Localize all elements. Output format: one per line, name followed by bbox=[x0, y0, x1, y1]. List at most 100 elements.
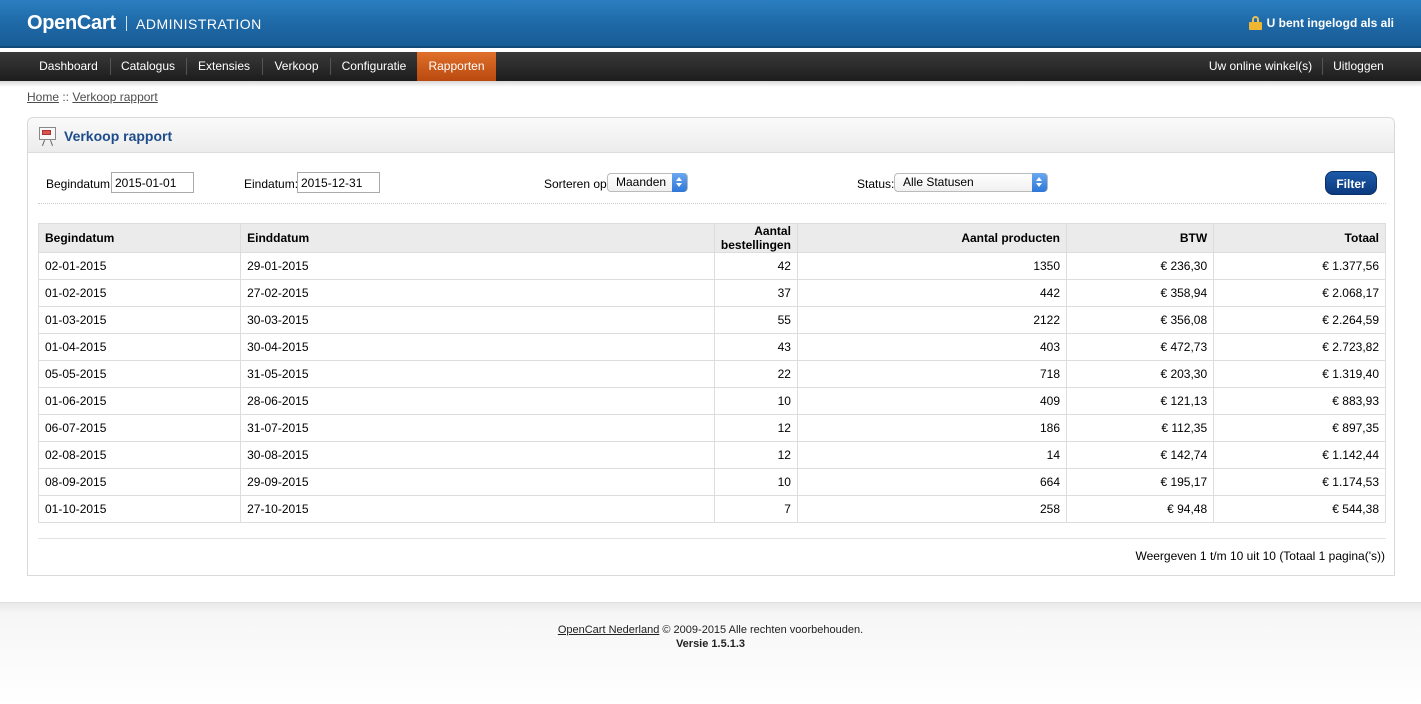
filter-divider bbox=[38, 203, 1386, 204]
report-box: Verkoop rapport Begindatum: Eindatum: So… bbox=[27, 117, 1395, 576]
breadcrumb-current[interactable]: Verkoop rapport bbox=[72, 90, 157, 104]
page-title: Verkoop rapport bbox=[64, 128, 173, 144]
cell-products: 664 bbox=[796, 468, 1068, 496]
breadcrumb-separator: :: bbox=[59, 90, 73, 104]
cell-total: € 883,93 bbox=[1213, 387, 1386, 415]
cell-orders: 10 bbox=[713, 387, 798, 415]
pagination-divider bbox=[38, 538, 1386, 539]
cell-tax: € 236,30 bbox=[1066, 252, 1215, 280]
cell-tax: € 203,30 bbox=[1066, 360, 1215, 388]
filter-button[interactable]: Filter bbox=[1325, 171, 1377, 195]
cell-orders: 42 bbox=[713, 252, 798, 280]
cell-orders: 22 bbox=[713, 360, 798, 388]
column-header-orders: Aantal bestellingen bbox=[713, 223, 798, 253]
cell-orders: 7 bbox=[713, 495, 798, 523]
table-row: 01-06-2015 28-06-2015 10 409 € 121,13 € 883,9… bbox=[37, 387, 1386, 415]
breadcrumb: Home :: Verkoop rapport bbox=[27, 90, 158, 104]
pagination-text: Weergeven 1 t/m 10 uit 10 (Totaal 1 pagi… bbox=[1135, 549, 1385, 563]
footer-copyright: OpenCart Nederland © 2009-2015 Alle rech… bbox=[0, 624, 1421, 636]
table-row: 02-01-2015 29-01-2015 42 1350 € 236,30 € 1.37… bbox=[37, 252, 1386, 280]
report-table: Begindatum Einddatum Aantal bestellingen… bbox=[37, 223, 1386, 523]
cell-tax: € 142,74 bbox=[1066, 441, 1215, 469]
footer-version: Versie 1.5.1.3 bbox=[675, 638, 746, 650]
cell-tax: € 356,08 bbox=[1066, 306, 1215, 334]
table-row: 02-08-2015 30-08-2015 12 14 € 142,74 € 1.142,… bbox=[37, 441, 1386, 469]
cell-orders: 55 bbox=[713, 306, 798, 334]
group-select[interactable]: Maanden bbox=[607, 173, 688, 192]
logged-in-text: U bent ingelogd als ali bbox=[1266, 16, 1394, 30]
cell-tax: € 112,35 bbox=[1066, 414, 1215, 442]
cell-start-date: 01-10-2015 bbox=[37, 495, 242, 523]
status-label: Status: bbox=[857, 177, 895, 191]
table-header-row: Begindatum Einddatum Aantal bestellingen… bbox=[37, 223, 1386, 253]
box-heading: Verkoop rapport bbox=[28, 118, 1394, 153]
footer-link[interactable]: OpenCart Nederland bbox=[558, 624, 660, 636]
status-select-value: Alle Statusen bbox=[903, 175, 974, 189]
report-icon bbox=[39, 127, 56, 146]
menu-item-rapporten[interactable]: Rapporten bbox=[417, 52, 496, 81]
cell-total: € 544,38 bbox=[1213, 495, 1386, 523]
breadcrumb-home[interactable]: Home bbox=[27, 90, 59, 104]
status-select[interactable]: Alle Statusen bbox=[894, 173, 1048, 192]
table-row: 01-04-2015 30-04-2015 43 403 € 472,73 € 2.723… bbox=[37, 333, 1386, 361]
cell-products: 442 bbox=[796, 279, 1068, 307]
menu-item-dashboard[interactable]: Dashboard bbox=[27, 52, 110, 81]
logo-subtitle: ADMINISTRATION bbox=[136, 16, 262, 32]
menu-item-catalogus[interactable]: Catalogus bbox=[111, 52, 185, 81]
cell-products: 718 bbox=[796, 360, 1068, 388]
cell-orders: 10 bbox=[713, 468, 798, 496]
menu-item-online-store[interactable]: Uw online winkel(s) bbox=[1199, 52, 1322, 81]
cell-products: 258 bbox=[796, 495, 1068, 523]
logo[interactable]: OpenCart bbox=[27, 12, 116, 35]
table-row: 08-09-2015 29-09-2015 10 664 € 195,17 € 1.174… bbox=[37, 468, 1386, 496]
column-header-total: Totaal bbox=[1213, 223, 1386, 253]
column-header-end: Einddatum bbox=[240, 223, 715, 253]
group-label: Sorteren op: bbox=[544, 177, 611, 191]
cell-start-date: 06-07-2015 bbox=[37, 414, 242, 442]
group-select-value: Maanden bbox=[616, 175, 667, 189]
cell-start-date: 01-04-2015 bbox=[37, 333, 242, 361]
menu-item-configuratie[interactable]: Configuratie bbox=[331, 52, 417, 81]
cell-orders: 12 bbox=[713, 414, 798, 442]
cell-orders: 12 bbox=[713, 441, 798, 469]
column-header-start: Begindatum bbox=[37, 223, 242, 253]
cell-end-date: 30-08-2015 bbox=[240, 441, 715, 469]
cell-products: 2122 bbox=[796, 306, 1068, 334]
table-row: 01-02-2015 27-02-2015 37 442 € 358,94 € 2.068… bbox=[37, 279, 1386, 307]
select-arrows-icon bbox=[672, 173, 687, 192]
cell-end-date: 31-05-2015 bbox=[240, 360, 715, 388]
cell-total: € 2.068,17 bbox=[1213, 279, 1386, 307]
cell-products: 1350 bbox=[796, 252, 1068, 280]
menu-shadow bbox=[0, 81, 1421, 87]
cell-tax: € 472,73 bbox=[1066, 333, 1215, 361]
footer-copyright-text: © 2009-2015 Alle rechten voorbehouden. bbox=[659, 624, 864, 636]
menu-item-extensies[interactable]: Extensies bbox=[187, 52, 261, 81]
column-header-tax: BTW bbox=[1066, 223, 1215, 253]
footer bbox=[0, 602, 1421, 704]
cell-start-date: 01-06-2015 bbox=[37, 387, 242, 415]
cell-end-date: 28-06-2015 bbox=[240, 387, 715, 415]
cell-start-date: 02-08-2015 bbox=[37, 441, 242, 469]
date-start-label: Begindatum: bbox=[46, 177, 114, 191]
cell-orders: 37 bbox=[713, 279, 798, 307]
cell-tax: € 195,17 bbox=[1066, 468, 1215, 496]
cell-tax: € 358,94 bbox=[1066, 279, 1215, 307]
date-start-input[interactable] bbox=[111, 172, 194, 193]
cell-products: 186 bbox=[796, 414, 1068, 442]
cell-tax: € 121,13 bbox=[1066, 387, 1215, 415]
cell-total: € 897,35 bbox=[1213, 414, 1386, 442]
cell-total: € 1.174,53 bbox=[1213, 468, 1386, 496]
menu-item-verkoop[interactable]: Verkoop bbox=[263, 52, 330, 81]
logged-in-status: U bent ingelogd als ali bbox=[1248, 16, 1394, 30]
cell-total: € 2.264,59 bbox=[1213, 306, 1386, 334]
cell-end-date: 27-10-2015 bbox=[240, 495, 715, 523]
header: OpenCart ADMINISTRATION U bent ingelogd … bbox=[0, 0, 1421, 48]
date-end-input[interactable] bbox=[297, 172, 380, 193]
table-row: 01-03-2015 30-03-2015 55 2122 € 356,08 € 2.26… bbox=[37, 306, 1386, 334]
cell-end-date: 29-01-2015 bbox=[240, 252, 715, 280]
cell-start-date: 08-09-2015 bbox=[37, 468, 242, 496]
menu-item-logout[interactable]: Uitloggen bbox=[1323, 52, 1394, 81]
table-row: 01-10-2015 27-10-2015 7 258 € 94,48 € 544,38 bbox=[37, 495, 1386, 523]
date-end-label: Eindatum: bbox=[244, 177, 299, 191]
cell-end-date: 29-09-2015 bbox=[240, 468, 715, 496]
